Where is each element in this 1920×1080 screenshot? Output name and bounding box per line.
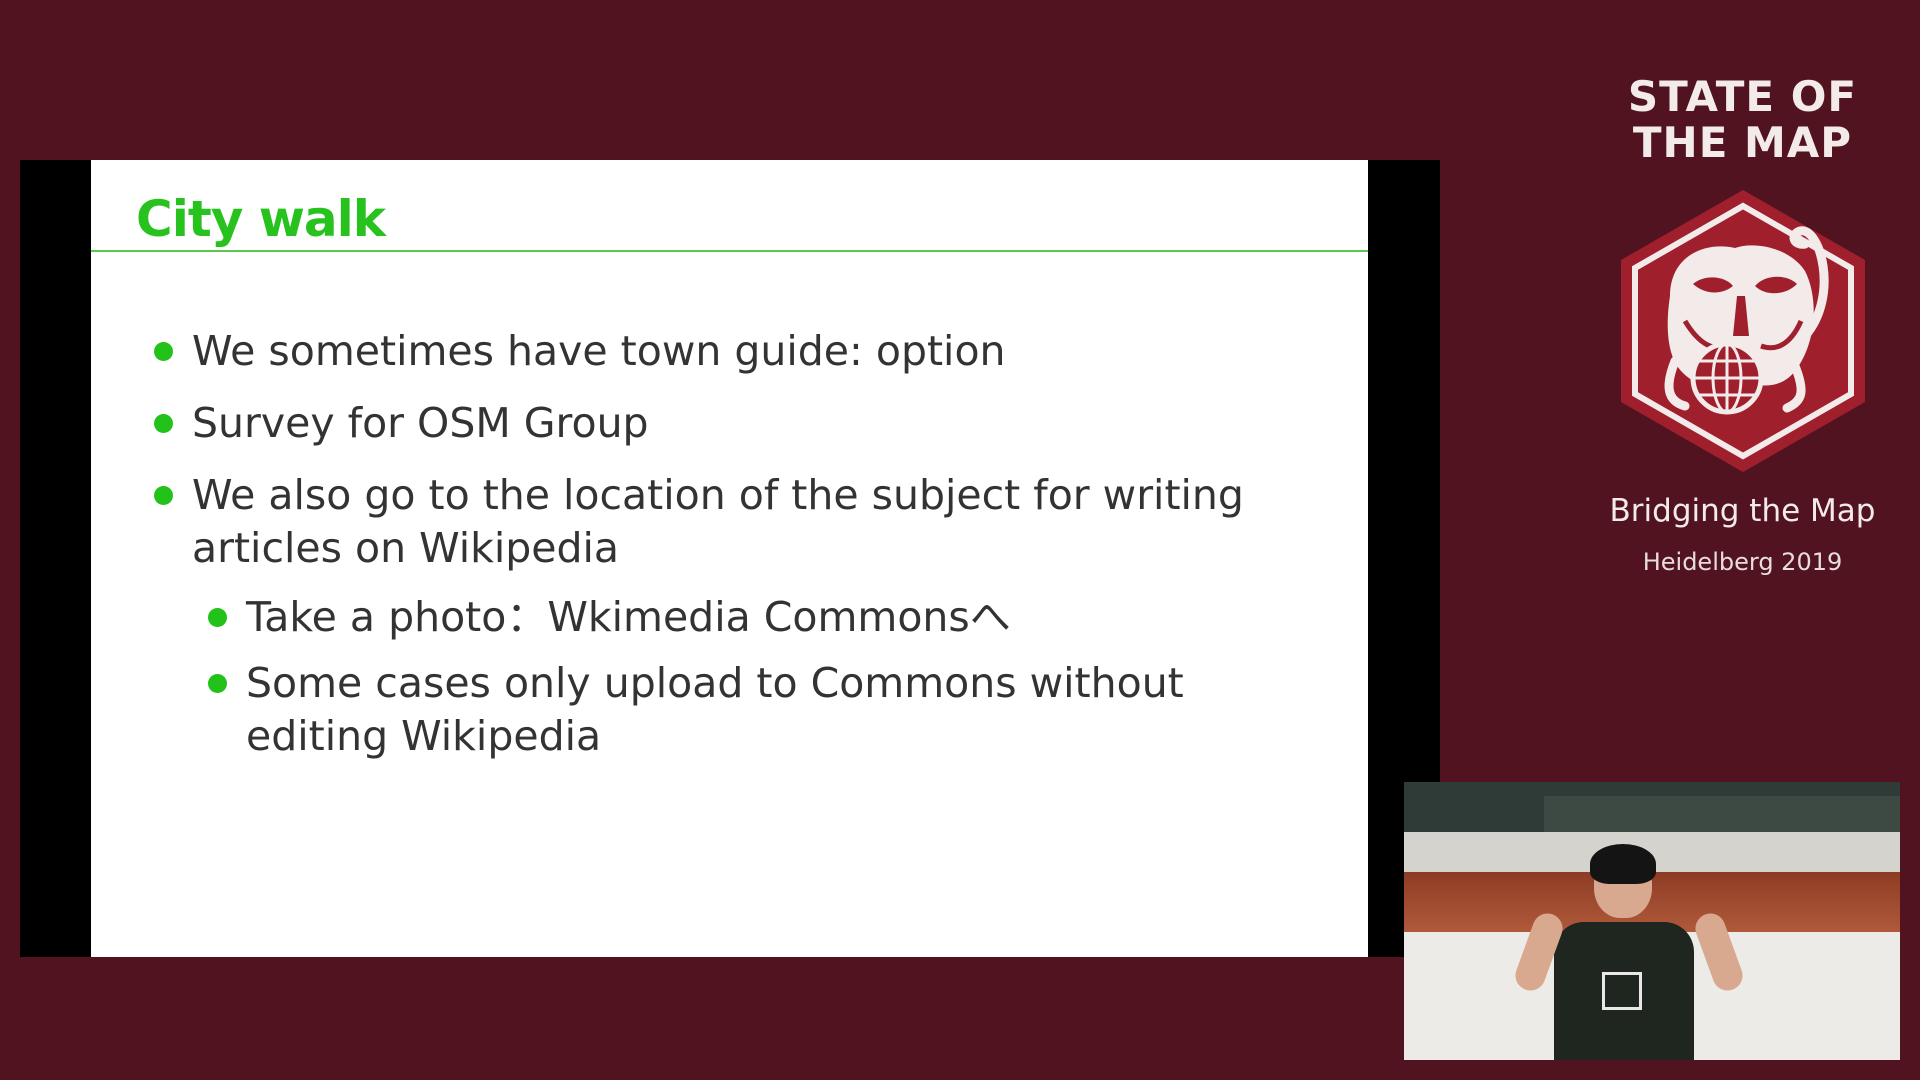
conference-tagline: Bridging the Map [1609, 493, 1876, 529]
bullet-dot-icon [208, 674, 227, 693]
speaker-video [1404, 782, 1900, 1060]
sub-bullet-item: Take a photo：Wkimedia Commonsへ [208, 591, 1326, 644]
presentation-slide: City walk We sometimes have town guide: … [91, 160, 1368, 957]
bullet-dot-icon [154, 342, 173, 361]
speaker-hair [1590, 844, 1656, 884]
shirt-logo-icon [1602, 972, 1642, 1010]
blackboard-panel [1544, 796, 1900, 832]
bullet-dot-icon [208, 608, 227, 627]
conference-title-line2: THE MAP [1632, 118, 1853, 167]
slide-title: City walk [136, 190, 386, 248]
conference-event: Heidelberg 2019 [1642, 548, 1843, 576]
bullet-dot-icon [154, 414, 173, 433]
conference-title-line1: STATE OF [1627, 72, 1858, 121]
state-of-the-map-logo-icon [1615, 186, 1872, 476]
bullet-text: We sometimes have town guide: option [192, 327, 1006, 375]
bullet-item: Survey for OSM Group [154, 397, 1252, 450]
bullet-text: Some cases only upload to Commons withou… [246, 659, 1184, 760]
bullet-text: Survey for OSM Group [192, 399, 649, 447]
sub-bullet-item: Some cases only upload to Commons withou… [208, 657, 1326, 763]
bullet-item: We also go to the location of the subjec… [154, 469, 1252, 575]
bullet-item: We sometimes have town guide: option [154, 325, 1252, 378]
conference-title: STATE OF THE MAP [1620, 74, 1865, 166]
title-divider [91, 250, 1368, 252]
bullet-text: Take a photo：Wkimedia Commonsへ [246, 593, 1011, 641]
bullet-text: We also go to the location of the subjec… [192, 471, 1244, 572]
slide-frame: City walk We sometimes have town guide: … [20, 160, 1440, 957]
bullet-dot-icon [154, 486, 173, 505]
